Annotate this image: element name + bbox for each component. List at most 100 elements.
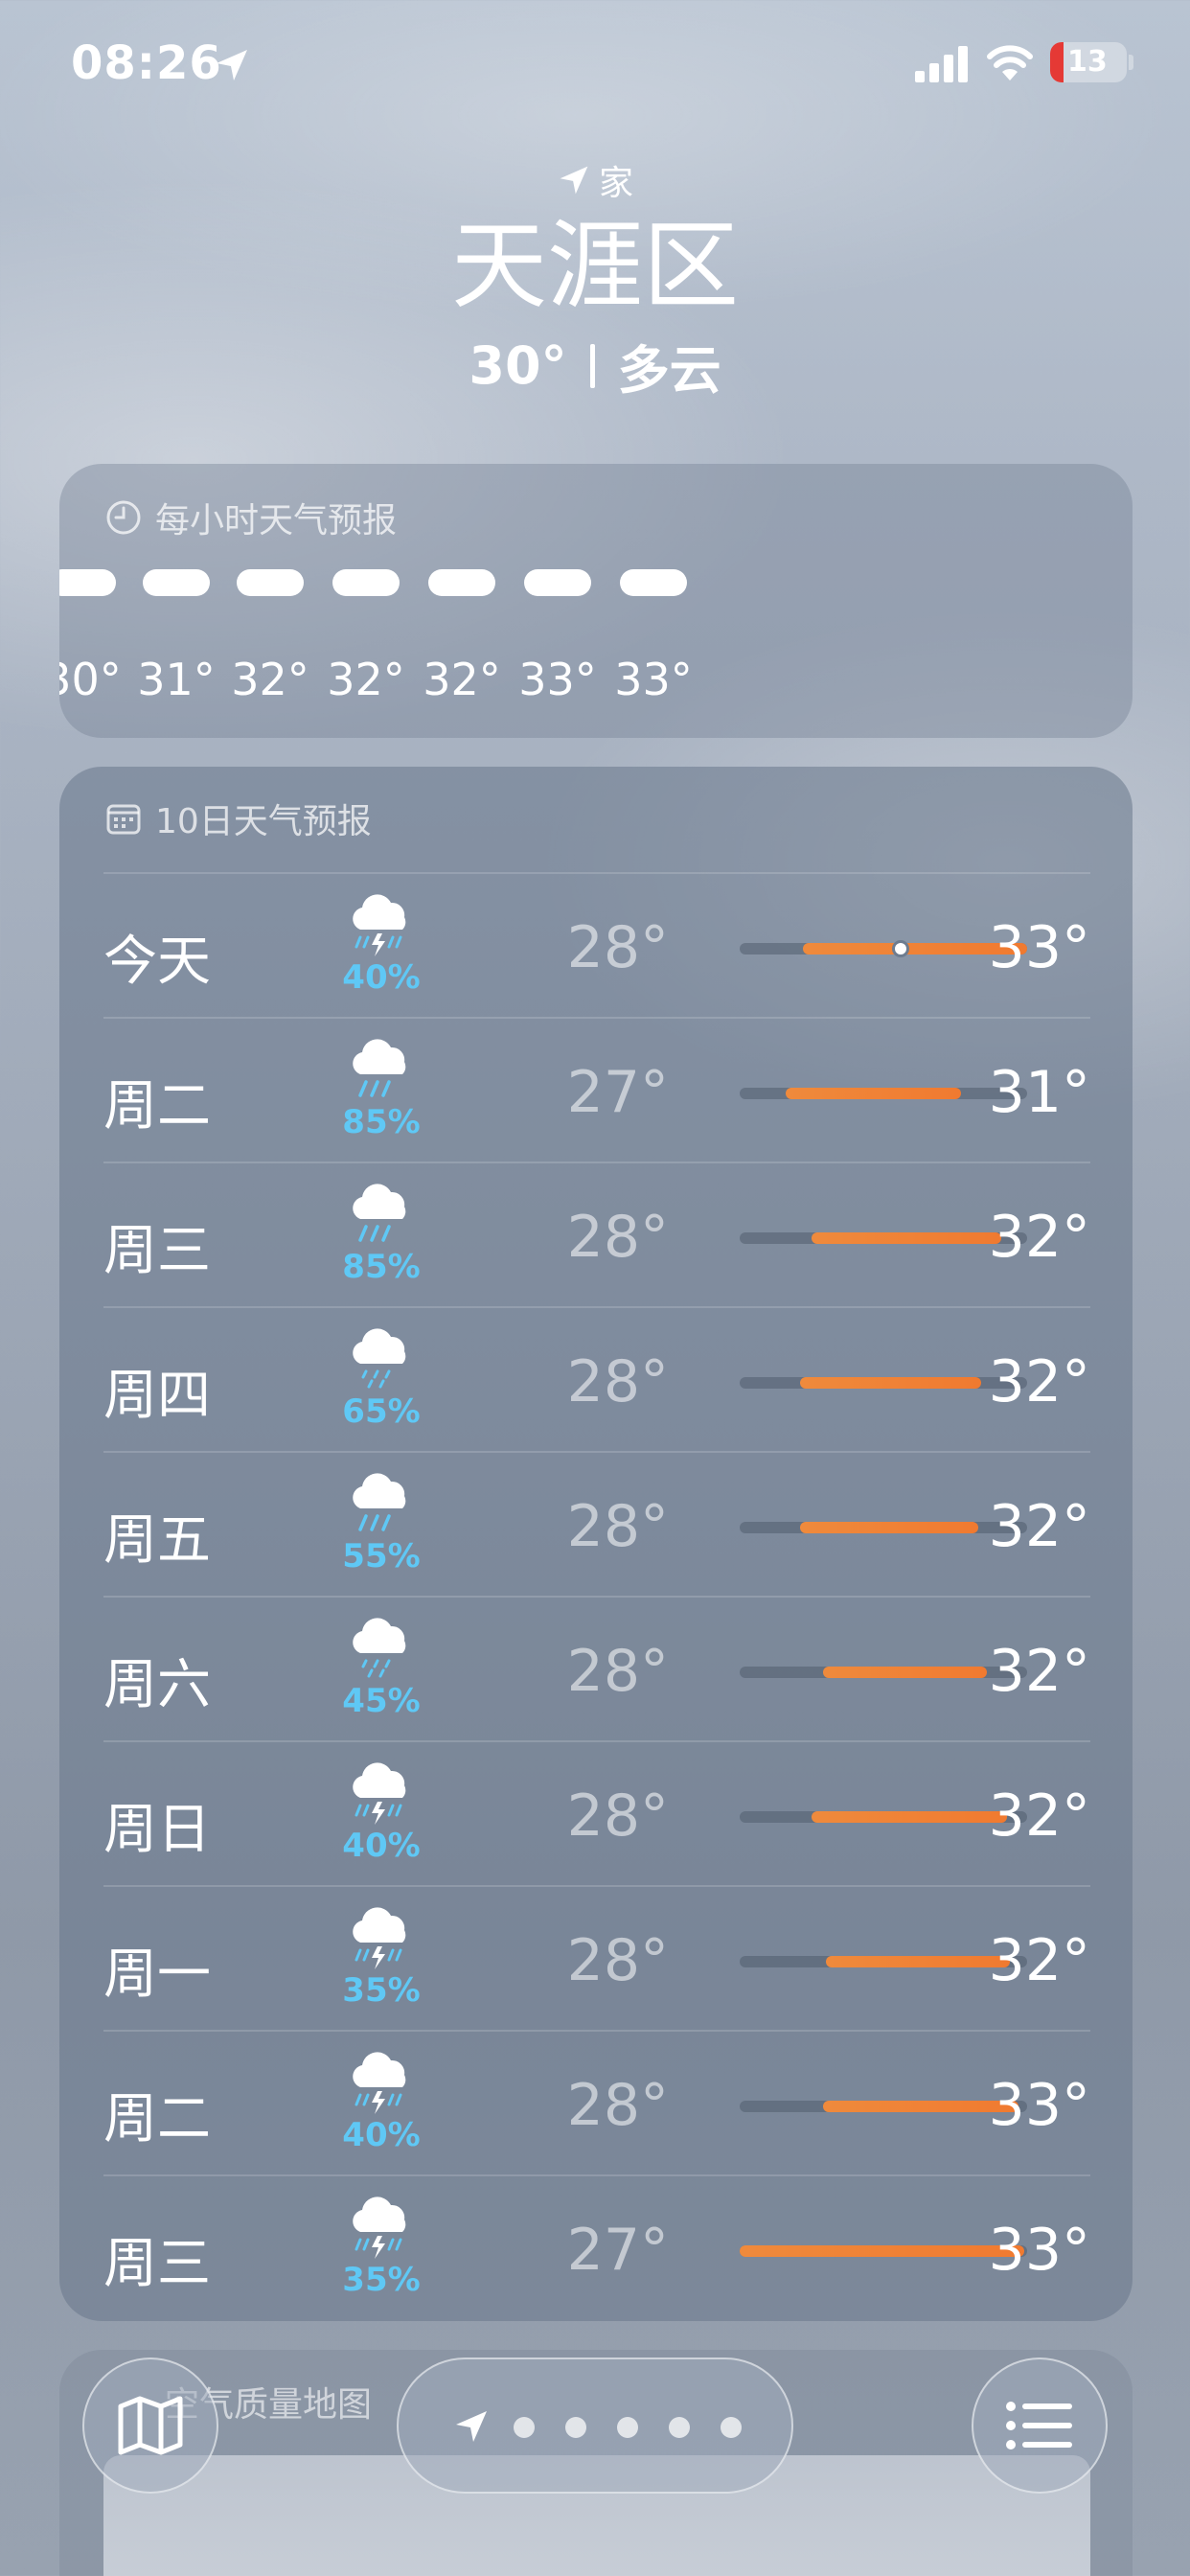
temperature-range-bar [740, 1377, 1027, 1389]
precipitation-chance: 85% [342, 1248, 421, 1286]
day-name: 周二 [103, 1075, 211, 1138]
page-dot[interactable] [617, 2417, 638, 2438]
high-temperature: 32° [988, 1493, 1090, 1560]
high-temperature: 33° [988, 2072, 1090, 2139]
thunderstorm-rain-icon [343, 2194, 420, 2263]
low-temperature: 28° [566, 1638, 669, 1705]
cloud-icon [524, 569, 591, 596]
temperature-range-bar [740, 2245, 1027, 2257]
page-dot[interactable] [721, 2417, 742, 2438]
current-location-page-icon[interactable] [452, 2407, 491, 2446]
temperature-range-bar [740, 1811, 1027, 1823]
day-name: 周三 [103, 2233, 211, 2295]
day-name: 周一 [103, 1944, 211, 2006]
daily-row[interactable]: 周五 55% 28° 32° [103, 1451, 1090, 1596]
daily-row[interactable]: 周二 40% 28° 33° [103, 2030, 1090, 2174]
precipitation-chance: 40% [342, 2116, 421, 2154]
thunderstorm-rain-icon [343, 2049, 420, 2118]
low-temperature: 28° [566, 914, 669, 981]
daily-row[interactable]: 周三 35% 27° 33° [103, 2174, 1090, 2319]
home-indicator: 家 [0, 153, 1190, 207]
day-name: 周三 [103, 1220, 211, 1282]
page-indicator[interactable] [397, 2358, 793, 2494]
battery-tip [1129, 55, 1133, 70]
low-temperature: 28° [566, 1204, 669, 1271]
divider [589, 343, 595, 388]
day-name: 今天 [103, 931, 211, 993]
temperature-range-fill [823, 1667, 987, 1678]
low-temperature: 28° [566, 1782, 669, 1850]
rain-icon [343, 1036, 420, 1105]
cloud-icon [143, 569, 210, 596]
list-icon [1006, 2402, 1072, 2450]
low-temperature: 28° [566, 2072, 669, 2139]
current-temperature: 30° [469, 335, 567, 396]
precipitation-chance: 45% [342, 1682, 421, 1720]
map-button[interactable] [82, 2358, 218, 2494]
page-dot[interactable] [669, 2417, 690, 2438]
page-dot[interactable] [514, 2417, 535, 2438]
temperature-range-bar [740, 1232, 1027, 1244]
thunderstorm-rain-icon [343, 1760, 420, 1828]
hourly-item: 33° [586, 569, 721, 705]
location-header: 家 天涯区 30° 多云 [0, 153, 1190, 403]
hourly-forecast-card[interactable]: 每小时天气预报 30°31°32°32°32°33°33° [59, 464, 1133, 738]
temperature-range-fill [812, 1232, 1001, 1244]
daily-forecast-title: 10日天气预报 [155, 802, 372, 841]
high-temperature: 32° [988, 1782, 1090, 1850]
current-condition: 多云 [617, 340, 721, 401]
daily-row[interactable]: 周二 85% 27° 31° [103, 1017, 1090, 1162]
temperature-range-fill [826, 1956, 1010, 1967]
daily-row[interactable]: 周日 40% 28° 32° [103, 1740, 1090, 1885]
temperature-range-fill [812, 1811, 1007, 1823]
battery-icon: 13 [1050, 42, 1127, 82]
temperature-range-fill [740, 2245, 1024, 2257]
current-temperature-marker [892, 940, 909, 957]
daily-row[interactable]: 今天 40% 28° 33° [103, 872, 1090, 1017]
thunderstorm-rain-icon [343, 891, 420, 960]
location-arrow-icon [560, 166, 588, 195]
daily-row[interactable]: 周四 65% 28° 32° [103, 1306, 1090, 1451]
locations-list-button[interactable] [972, 2358, 1108, 2494]
temperature-range-bar [740, 940, 1027, 957]
precipitation-chance: 40% [342, 1827, 421, 1865]
precipitation-chance: 85% [342, 1103, 421, 1141]
temperature-range-bar [740, 1667, 1027, 1678]
drizzle-icon [343, 1615, 420, 1684]
high-temperature: 33° [988, 914, 1090, 981]
daily-row[interactable]: 周三 85% 28° 32° [103, 1162, 1090, 1306]
rain-icon [343, 1470, 420, 1539]
day-name: 周六 [103, 1654, 211, 1716]
hourly-temperature: 33° [614, 654, 693, 705]
low-temperature: 27° [566, 1059, 669, 1126]
status-bar: 08:26 13 [0, 0, 1190, 125]
high-temperature: 32° [988, 1638, 1090, 1705]
cloud-icon [332, 569, 400, 596]
location-arrow-icon [217, 50, 247, 80]
home-label: 家 [598, 164, 633, 203]
temperature-range-fill [800, 1377, 981, 1389]
daily-forecast-card[interactable]: 10日天气预报 今天 40% 28° 33° 周二 85% 27° 31° 周三 85% 28° 32… [59, 767, 1133, 2321]
high-temperature: 31° [988, 1059, 1090, 1126]
high-temperature: 33° [988, 2217, 1090, 2284]
rain-icon [343, 1181, 420, 1250]
temperature-range-bar [740, 1522, 1027, 1533]
city-name: 天涯区 [451, 210, 739, 322]
daily-row[interactable]: 周六 45% 28° 32° [103, 1596, 1090, 1740]
daily-row[interactable]: 周一 35% 28° 32° [103, 1885, 1090, 2030]
temperature-range-bar [740, 1956, 1027, 1967]
page-dot[interactable] [565, 2417, 586, 2438]
high-temperature: 32° [988, 1204, 1090, 1271]
precipitation-chance: 55% [342, 1537, 421, 1576]
current-conditions: 30° 多云 [0, 328, 1190, 403]
calendar-icon [106, 804, 141, 835]
temperature-range-fill [786, 1088, 961, 1099]
battery-level: 13 [1067, 45, 1108, 79]
low-temperature: 27° [566, 2217, 669, 2284]
drizzle-icon [343, 1325, 420, 1394]
high-temperature: 32° [988, 1927, 1090, 1994]
cloud-icon [620, 569, 687, 596]
map-icon [118, 2396, 183, 2455]
low-temperature: 28° [566, 1927, 669, 1994]
hourly-forecast-header: 每小时天气预报 [105, 493, 397, 542]
